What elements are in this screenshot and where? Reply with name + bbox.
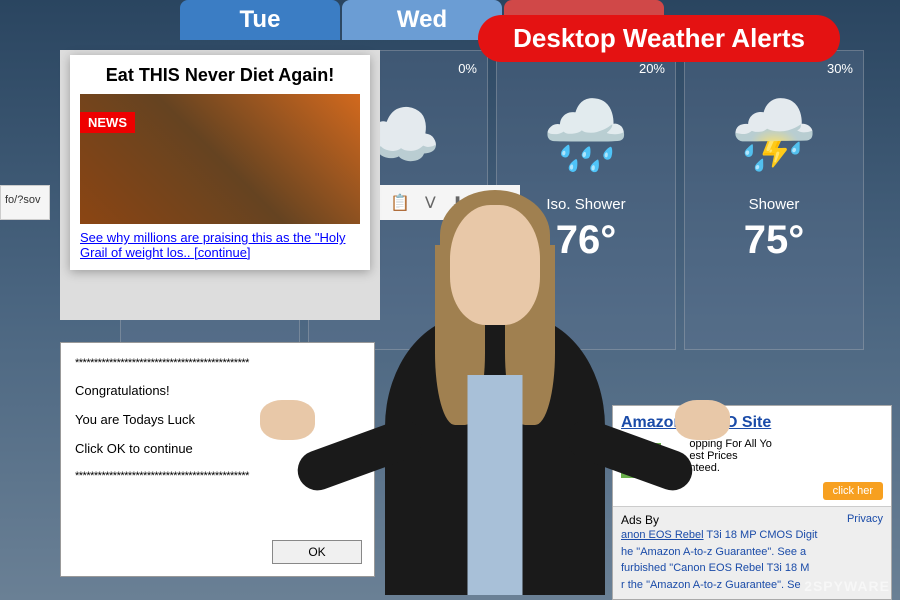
precip-percent: 20% (507, 61, 665, 76)
amazon-ad-box[interactable]: Amazon.com O Site opping For All Yo est … (612, 405, 892, 600)
privacy-link[interactable]: Privacy (847, 513, 883, 525)
congrats-line: You are Todays Luck (75, 412, 360, 427)
person-illustration (340, 165, 650, 595)
click-here-button[interactable]: click her (823, 482, 883, 500)
condition-text: Shower (695, 196, 853, 213)
precip-percent: 30% (695, 61, 853, 76)
news-badge: NEWS (80, 112, 135, 133)
diet-ad-link[interactable]: See why millions are praising this as th… (80, 230, 360, 260)
title-banner: Desktop Weather Alerts (478, 15, 840, 62)
weather-card: 30% ⛈️ Shower 75° (684, 50, 864, 350)
diet-ad-headline: Eat THIS Never Diet Again! (80, 65, 360, 86)
day-tab-tue[interactable]: Tue (180, 0, 340, 40)
diet-ad-popup[interactable]: Eat THIS Never Diet Again! NEWS See why … (70, 55, 370, 270)
congrats-line: Congratulations! (75, 383, 360, 398)
asterisk-divider: ****************************************… (75, 357, 360, 369)
watermark-text: 2SPYWARE (804, 578, 890, 594)
amazon-ad-title[interactable]: Amazon.com O Site (621, 414, 883, 432)
amazon-ad-desc: opping For All Yo est Prices nteed. (689, 438, 859, 474)
diet-ad-image: NEWS (80, 94, 360, 224)
temperature: 75° (695, 218, 853, 263)
storm-icon: ⛈️ (695, 76, 853, 196)
address-bar-fragment[interactable]: fo/?sov (0, 185, 50, 220)
